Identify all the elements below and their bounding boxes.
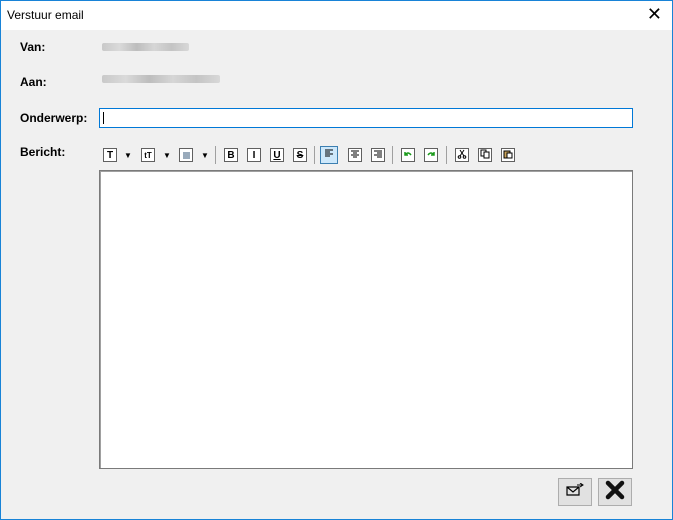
to-label: Aan: (20, 75, 47, 89)
font-size-button[interactable]: tT (141, 148, 155, 162)
from-label: Van: (20, 40, 46, 54)
format-toolbar: T ▼ tT ▼ ▼ B I U S (103, 146, 523, 166)
cut-icon[interactable] (455, 148, 469, 162)
from-value-redacted (102, 43, 189, 51)
color-dropdown-icon[interactable]: ▼ (201, 151, 209, 160)
toolbar-separator (314, 146, 315, 164)
to-value-redacted (102, 75, 220, 83)
redo-icon[interactable] (424, 148, 438, 162)
subject-input[interactable] (99, 108, 633, 128)
color-icon[interactable] (179, 148, 193, 162)
cancel-button[interactable] (598, 478, 632, 506)
toolbar-separator (215, 146, 216, 164)
text-caret (103, 112, 104, 124)
close-icon[interactable]: ✕ (647, 4, 662, 24)
send-button[interactable] (558, 478, 592, 506)
copy-icon[interactable] (478, 148, 492, 162)
align-right-icon[interactable] (371, 148, 385, 162)
font-button[interactable]: T (103, 148, 117, 162)
email-dialog: Verstuur email ✕ Van: Aan: Onderwerp: Be… (0, 0, 673, 520)
align-center-icon[interactable] (348, 148, 362, 162)
message-label: Bericht: (20, 145, 66, 159)
toolbar-separator (392, 146, 393, 164)
send-icon (565, 482, 585, 502)
toolbar-separator (446, 146, 447, 164)
title-bar: Verstuur email ✕ (1, 1, 672, 30)
underline-button[interactable]: U (270, 148, 284, 162)
strikethrough-button[interactable]: S (293, 148, 307, 162)
window-title: Verstuur email (7, 8, 84, 22)
undo-icon[interactable] (401, 148, 415, 162)
message-editor[interactable] (99, 170, 633, 469)
italic-button[interactable]: I (247, 148, 261, 162)
bold-button[interactable]: B (224, 148, 238, 162)
subject-label: Onderwerp: (20, 111, 88, 125)
font-size-dropdown-icon[interactable]: ▼ (163, 151, 171, 160)
font-dropdown-icon[interactable]: ▼ (124, 151, 132, 160)
align-left-icon[interactable] (320, 146, 338, 164)
cancel-icon (605, 480, 625, 505)
paste-icon[interactable] (501, 148, 515, 162)
